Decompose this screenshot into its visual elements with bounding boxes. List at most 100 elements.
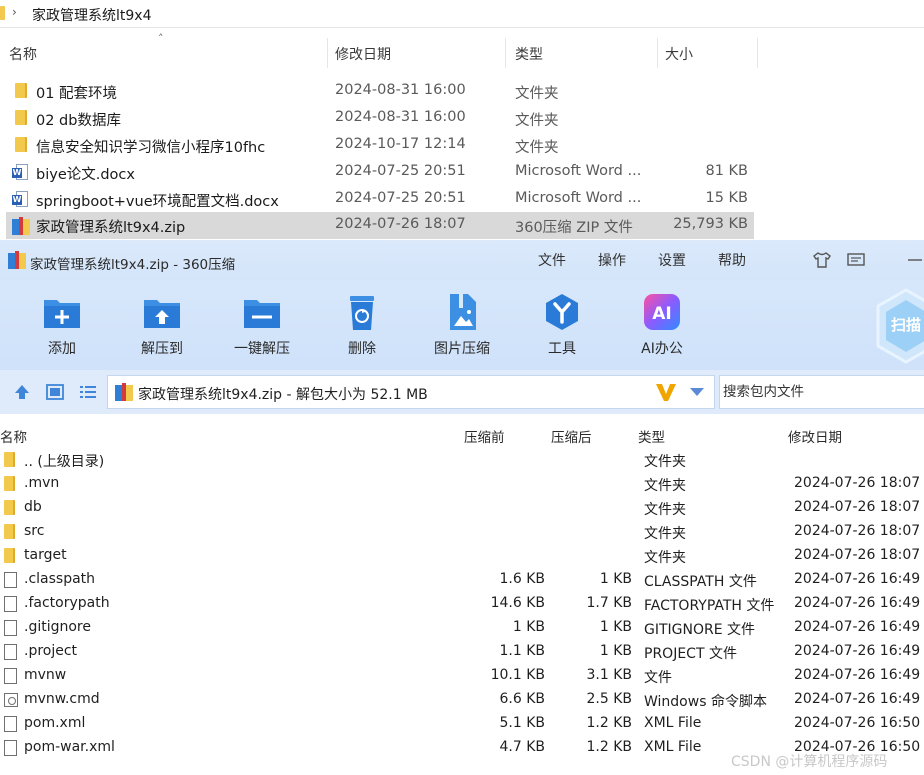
column-divider[interactable] bbox=[505, 38, 506, 68]
archive-row[interactable]: .mvn 文件夹 2024-07-26 18:07 bbox=[0, 472, 924, 496]
up-arrow-icon[interactable] bbox=[11, 382, 33, 402]
recycle-bin-icon bbox=[350, 296, 374, 330]
column-before[interactable]: 压缩前 bbox=[464, 426, 505, 446]
menu-operate[interactable]: 操作 bbox=[598, 250, 626, 270]
archive-row[interactable]: pom.xml 5.1 KB 1.2 KB XML File 2024-07-2… bbox=[0, 712, 924, 736]
folder-icon bbox=[4, 548, 18, 564]
menu-settings[interactable]: 设置 bbox=[658, 250, 686, 270]
entry-before: 4.7 KB bbox=[499, 739, 546, 755]
v-logo-icon[interactable] bbox=[654, 380, 678, 404]
archive-column-header: 名称 压缩前 压缩后 类型 修改日期 bbox=[0, 424, 924, 448]
archive-row[interactable]: .gitignore 1 KB 1 KB GITIGNORE 文件 2024-0… bbox=[0, 616, 924, 640]
entry-before: 1.6 KB bbox=[499, 571, 546, 587]
menu-file[interactable]: 文件 bbox=[538, 250, 566, 270]
scan-button[interactable]: 扫描 bbox=[876, 288, 924, 364]
entry-date: 2024-07-26 18:07 bbox=[794, 499, 921, 515]
image-compress-label: 图片压缩 bbox=[434, 341, 490, 357]
minimize-icon[interactable] bbox=[904, 250, 924, 270]
column-modified[interactable]: 修改日期 bbox=[788, 426, 842, 446]
title-bar[interactable]: 家政管理系统lt9x4.zip - 360压缩 文件 操作 设置 帮助 bbox=[0, 240, 924, 280]
folder-icon bbox=[12, 137, 30, 153]
skin-shirt-icon[interactable] bbox=[812, 250, 832, 270]
one-click-extract-button[interactable]: 一键解压 bbox=[222, 290, 302, 360]
search-input[interactable] bbox=[720, 376, 924, 408]
entry-name: .factorypath bbox=[24, 595, 110, 611]
file-icon bbox=[4, 644, 18, 660]
add-folder-icon bbox=[44, 300, 80, 328]
file-date: 2024-08-31 16:00 bbox=[335, 82, 466, 98]
list-view-icon[interactable] bbox=[77, 382, 99, 402]
file-row[interactable]: 信息安全知识学习微信小程序10fhc 2024-10-17 12:14 文件夹 bbox=[0, 132, 924, 159]
file-name: 01 配套环境 bbox=[36, 86, 118, 102]
entry-after: 1.2 KB bbox=[586, 715, 633, 731]
file-icon bbox=[4, 572, 18, 588]
entry-name: db bbox=[24, 499, 42, 515]
column-size[interactable]: 大小 bbox=[665, 44, 693, 64]
entry-name: pom.xml bbox=[24, 715, 86, 731]
tools-button[interactable]: 工具 bbox=[522, 290, 602, 360]
word-doc-icon: W bbox=[12, 191, 30, 207]
extract-to-label: 解压到 bbox=[141, 341, 183, 357]
ai-office-button[interactable]: AI AI办公 bbox=[622, 290, 702, 360]
column-divider[interactable] bbox=[657, 38, 658, 68]
tools-hexagon-icon bbox=[546, 294, 578, 330]
file-row-selected[interactable]: 家政管理系统lt9x4.zip 2024-07-26 18:07 360压缩 Z… bbox=[0, 212, 924, 239]
file-type: 文件夹 bbox=[515, 113, 559, 129]
archive-row[interactable]: .factorypath 14.6 KB 1.7 KB FACTORYPATH … bbox=[0, 592, 924, 616]
entry-after: 1.2 KB bbox=[586, 739, 633, 755]
column-name[interactable]: 名称 bbox=[9, 44, 37, 64]
column-name[interactable]: 名称 bbox=[0, 426, 27, 446]
sort-ascending-icon: ˄ bbox=[158, 32, 164, 45]
breadcrumb-current[interactable]: 家政管理系统lt9x4 bbox=[32, 5, 151, 25]
entry-after: 1 KB bbox=[599, 619, 632, 635]
delete-label: 删除 bbox=[348, 341, 376, 357]
archive-row[interactable]: .classpath 1.6 KB 1 KB CLASSPATH 文件 2024… bbox=[0, 568, 924, 592]
archive-row[interactable]: mvnw.cmd 6.6 KB 2.5 KB Windows 命令脚本 2024… bbox=[0, 688, 924, 712]
entry-date: 2024-07-26 16:49 bbox=[794, 691, 921, 707]
archive-row[interactable]: target 文件夹 2024-07-26 18:07 bbox=[0, 544, 924, 568]
add-button[interactable]: 添加 bbox=[22, 290, 102, 360]
entry-type: 文件 bbox=[644, 670, 672, 686]
column-divider[interactable] bbox=[757, 38, 758, 68]
file-row[interactable]: 01 配套环境 2024-08-31 16:00 文件夹 bbox=[0, 78, 924, 105]
watermark: CSDN @计算机程序源码 bbox=[731, 754, 888, 770]
column-type[interactable]: 类型 bbox=[638, 426, 665, 446]
feedback-message-icon[interactable] bbox=[846, 250, 866, 270]
chevron-right-icon[interactable]: › bbox=[12, 5, 17, 19]
folder-icon bbox=[4, 500, 18, 516]
file-row[interactable]: 02 db数据库 2024-08-31 16:00 文件夹 bbox=[0, 105, 924, 132]
chevron-down-icon[interactable] bbox=[690, 388, 704, 396]
entry-name: .gitignore bbox=[24, 619, 91, 635]
column-type[interactable]: 类型 bbox=[515, 44, 543, 64]
file-row[interactable]: W biye论文.docx 2024-07-25 20:51 Microsoft… bbox=[0, 159, 924, 186]
archive-row[interactable]: src 文件夹 2024-07-26 18:07 bbox=[0, 520, 924, 544]
entry-before: 6.6 KB bbox=[499, 691, 546, 707]
entry-date: 2024-07-26 18:07 bbox=[794, 475, 921, 491]
file-date: 2024-10-17 12:14 bbox=[335, 136, 466, 152]
entry-date: 2024-07-26 16:49 bbox=[794, 667, 921, 683]
delete-button[interactable]: 删除 bbox=[322, 290, 402, 360]
search-archive-field[interactable] bbox=[719, 375, 924, 409]
file-type: Microsoft Word ... bbox=[515, 163, 642, 179]
image-compress-button[interactable]: 图片压缩 bbox=[422, 290, 502, 360]
archive-row[interactable]: db 文件夹 2024-07-26 18:07 bbox=[0, 496, 924, 520]
file-type: 360压缩 ZIP 文件 bbox=[515, 220, 633, 236]
archive-row[interactable]: .. (上级目录) 文件夹 bbox=[0, 448, 924, 472]
column-divider[interactable] bbox=[327, 38, 328, 68]
entry-type: Windows 命令脚本 bbox=[644, 694, 767, 710]
column-after[interactable]: 压缩后 bbox=[551, 426, 592, 446]
extract-to-button[interactable]: 解压到 bbox=[122, 290, 202, 360]
entry-type: GITIGNORE 文件 bbox=[644, 622, 756, 638]
entry-type: XML File bbox=[644, 715, 702, 731]
entry-before: 14.6 KB bbox=[490, 595, 545, 611]
entry-type: CLASSPATH 文件 bbox=[644, 574, 757, 590]
archive-row[interactable]: .project 1.1 KB 1 KB PROJECT 文件 2024-07-… bbox=[0, 640, 924, 664]
menu-help[interactable]: 帮助 bbox=[718, 250, 746, 270]
file-row[interactable]: W springboot+vue环境配置文档.docx 2024-07-25 2… bbox=[0, 186, 924, 213]
entry-after: 1 KB bbox=[599, 643, 632, 659]
thumbnail-view-icon[interactable] bbox=[44, 382, 66, 402]
entry-after: 1.7 KB bbox=[586, 595, 633, 611]
column-modified[interactable]: 修改日期 bbox=[335, 44, 391, 64]
archive-row[interactable]: mvnw 10.1 KB 3.1 KB 文件 2024-07-26 16:49 bbox=[0, 664, 924, 688]
archive-path-field[interactable]: 家政管理系统lt9x4.zip - 解包大小为 52.1 MB bbox=[107, 375, 715, 409]
